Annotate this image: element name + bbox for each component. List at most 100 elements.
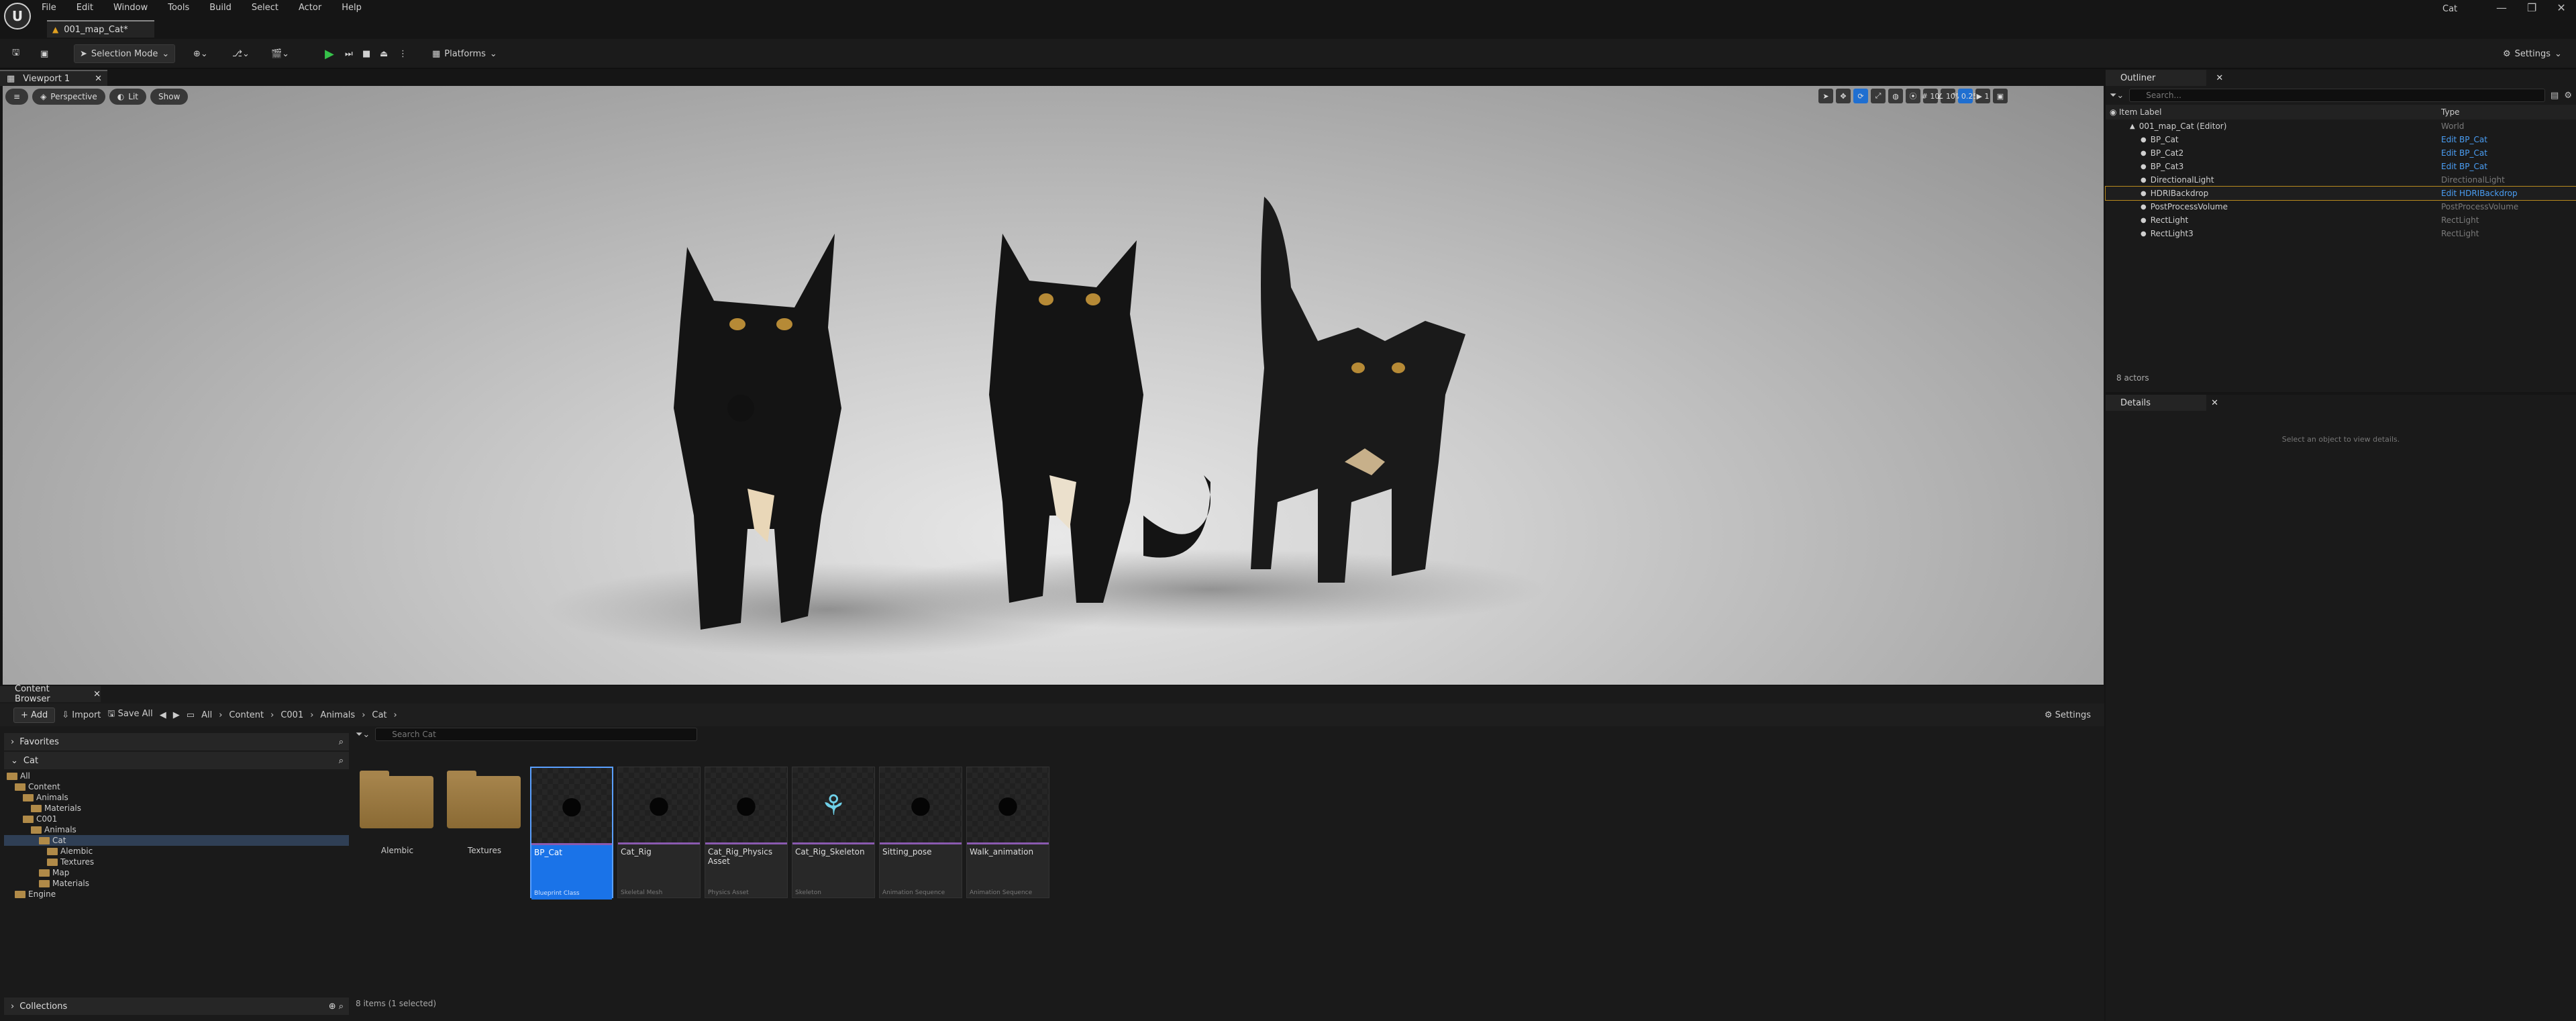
search-icon[interactable]: ⌕	[339, 756, 344, 766]
import-button[interactable]: ⇩ Import	[62, 710, 101, 720]
cb-settings-button[interactable]: ⚙ Settings	[2045, 710, 2091, 720]
more-icon[interactable]: ⋮	[393, 44, 413, 63]
close-icon[interactable]: ✕	[2211, 398, 2218, 408]
outliner-row[interactable]: ● DirectionalLight DirectionalLight	[2106, 173, 2576, 187]
filter-icon[interactable]: ⏷⌄	[356, 730, 370, 740]
outliner-row[interactable]: ● PostProcessVolume PostProcessVolume	[2106, 200, 2576, 213]
viewport-tab[interactable]: ▦ Viewport 1 ✕	[0, 70, 107, 86]
folder-tree-item[interactable]: Cat	[4, 835, 349, 846]
outliner-row[interactable]: ● BP_Cat2 Edit BP_Cat	[2106, 146, 2576, 160]
blueprint-icon[interactable]: ⎇⌄	[227, 44, 255, 63]
viewport-menu-button[interactable]: ≡	[5, 89, 29, 105]
perspective-button[interactable]: ◈ Perspective	[32, 89, 105, 105]
show-button[interactable]: Show	[150, 89, 189, 105]
outliner-row[interactable]: ● RectLight3 RectLight	[2106, 227, 2576, 240]
layout-icon[interactable]: ▣	[1993, 89, 2008, 103]
outliner-row-type[interactable]: Edit BP_Cat	[2441, 135, 2487, 144]
unreal-logo-icon[interactable]: U	[4, 3, 31, 30]
folder-tree-item[interactable]: Engine	[4, 889, 349, 900]
close-icon[interactable]: ✕	[2557, 1, 2565, 14]
gear-icon[interactable]: ⚙	[2564, 91, 2572, 101]
stop-icon[interactable]: ■	[357, 44, 376, 63]
forward-icon[interactable]: ▶	[173, 710, 180, 720]
menu-edit[interactable]: Edit	[76, 3, 93, 13]
level-tab[interactable]: ▲ 001_map_Cat*	[47, 20, 154, 38]
breadcrumb-content[interactable]: Content	[229, 710, 264, 720]
add-actor-icon[interactable]: ⊕⌄	[188, 44, 213, 63]
asset-tile[interactable]: ● Sitting_pose Animation Sequence	[879, 767, 962, 898]
folder-tree-item[interactable]: Animals	[4, 792, 349, 803]
menu-tools[interactable]: Tools	[168, 3, 189, 13]
outliner-row-type[interactable]: Edit BP_Cat	[2441, 148, 2487, 158]
maximize-icon[interactable]: ❐	[2527, 1, 2536, 14]
folder-tile[interactable]: Textures	[443, 767, 526, 898]
asset-tile[interactable]: ● BP_Cat Blueprint Class	[530, 767, 613, 900]
lit-button[interactable]: ◐ Lit	[109, 89, 147, 105]
breadcrumb-all[interactable]: All	[201, 710, 212, 720]
folder-tree-item[interactable]: C001	[4, 814, 349, 824]
asset-tile[interactable]: ● Cat_Rig_Physics Asset Physics Asset	[705, 767, 788, 898]
close-icon[interactable]: ✕	[93, 689, 101, 699]
add-collection-icon[interactable]: ⊕ ⌕	[329, 1002, 344, 1012]
menu-file[interactable]: File	[42, 3, 56, 13]
settings-button[interactable]: ⚙ Settings ⌄	[2497, 44, 2567, 63]
outliner-row-type[interactable]: Edit BP_Cat	[2441, 162, 2487, 171]
level-viewport[interactable]	[3, 86, 2104, 685]
folder-tree-item[interactable]: Materials	[4, 803, 349, 814]
folder-tree-item[interactable]: Alembic	[4, 846, 349, 857]
asset-search-input[interactable]: Search Cat	[375, 728, 698, 741]
asset-tile[interactable]: ● Walk_animation Animation Sequence	[966, 767, 1049, 898]
cinematics-icon[interactable]: 🎬⌄	[266, 44, 295, 63]
folder-tree-item[interactable]: Textures	[4, 857, 349, 867]
outliner-row[interactable]: ● BP_Cat Edit BP_Cat	[2106, 133, 2576, 146]
scale-icon[interactable]: ⤢	[1871, 89, 1886, 103]
add-folder-icon[interactable]: ▤	[2551, 91, 2559, 101]
world-icon[interactable]: ◍	[1888, 89, 1903, 103]
menu-help[interactable]: Help	[342, 3, 362, 13]
folder-tree-item[interactable]: Animals	[4, 824, 349, 835]
search-icon[interactable]: ⌕	[339, 737, 344, 747]
outliner-row[interactable]: ▲ 001_map_Cat (Editor) World	[2106, 119, 2576, 133]
folder-tile[interactable]: Alembic	[356, 767, 439, 898]
breadcrumb-cat[interactable]: Cat	[372, 710, 387, 720]
rotate-icon[interactable]: ⟳	[1853, 89, 1868, 103]
folder-tree-item[interactable]: Materials	[4, 878, 349, 889]
type-column[interactable]: Type	[2441, 107, 2460, 117]
scale-snap-button[interactable]: ⤡ 0.25	[1953, 89, 1977, 103]
visibility-icon[interactable]: ◉	[2106, 107, 2119, 117]
menu-window[interactable]: Window	[113, 3, 148, 13]
skip-icon[interactable]: ⏭	[340, 44, 358, 63]
outliner-row[interactable]: ● BP_Cat3 Edit BP_Cat	[2106, 160, 2576, 173]
cat-section[interactable]: ⌄ Cat ⌕	[4, 752, 349, 769]
outliner-tab[interactable]: Outliner ✕	[2106, 70, 2223, 86]
menu-build[interactable]: Build	[209, 3, 231, 13]
collections-section[interactable]: › Collections ⊕ ⌕	[4, 998, 349, 1015]
close-icon[interactable]: ✕	[95, 74, 102, 84]
content-browser-tab[interactable]: Content Browser ✕	[0, 684, 101, 704]
favorites-section[interactable]: › Favorites ⌕	[4, 733, 349, 750]
details-tab[interactable]: Details ✕	[2106, 395, 2218, 411]
folder-tree-item[interactable]: Content	[4, 781, 349, 792]
outliner-search-input[interactable]: Search...	[2129, 89, 2546, 102]
outliner-row-type[interactable]: Edit HDRIBackdrop	[2441, 189, 2518, 198]
folder-icon[interactable]: ▭	[187, 710, 195, 720]
save-all-button[interactable]: 🖫 Save All	[107, 708, 152, 722]
folder-tree-item[interactable]: All	[4, 771, 349, 781]
menu-actor[interactable]: Actor	[299, 3, 321, 13]
asset-tile[interactable]: ⚘ Cat_Rig_Skeleton Skeleton	[792, 767, 875, 898]
close-icon[interactable]: ✕	[2216, 73, 2223, 83]
filter-icon[interactable]: ⏷⌄	[2110, 91, 2124, 101]
grid-snap-button[interactable]: # 10	[1922, 89, 1939, 103]
outliner-row[interactable]: ● HDRIBackdrop Edit HDRIBackdrop	[2105, 186, 2576, 201]
outliner-row[interactable]: ● RectLight RectLight	[2106, 213, 2576, 227]
select-icon[interactable]: ➤	[1818, 89, 1833, 103]
eject-icon[interactable]: ⏏	[374, 44, 393, 63]
minimize-icon[interactable]: —	[2496, 1, 2507, 14]
asset-tile[interactable]: ● Cat_Rig Skeletal Mesh	[617, 767, 701, 898]
translate-icon[interactable]: ✥	[1836, 89, 1851, 103]
back-icon[interactable]: ◀	[160, 710, 166, 720]
platforms-button[interactable]: ▦ Platforms ⌄	[427, 44, 503, 63]
selection-mode-button[interactable]: ➤ Selection Mode ⌄	[74, 44, 176, 63]
surface-snap-icon[interactable]: ⦿	[1906, 89, 1920, 103]
menu-select[interactable]: Select	[252, 3, 278, 13]
